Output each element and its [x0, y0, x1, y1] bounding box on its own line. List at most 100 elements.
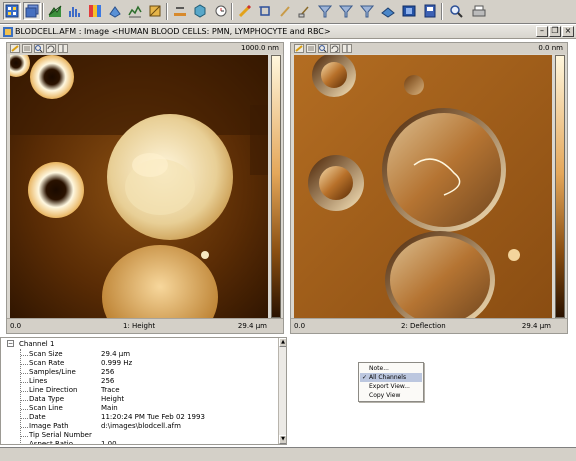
restore-button[interactable]: ❐ [549, 26, 561, 37]
menu-item-label: Copy View [369, 392, 401, 399]
menu-item-note[interactable]: Note... [360, 364, 422, 373]
status-bar [0, 447, 576, 461]
layout-icon[interactable] [421, 2, 439, 20]
info-value: 0.999 Hz [101, 359, 133, 367]
x-axis-start: 0.0 [294, 322, 306, 330]
menu-item-label: All Channels [369, 374, 407, 381]
document-title: BLODCELL.AFM : Image <HUMAN BLOOD CELLS:… [15, 27, 331, 36]
scroll-up-button[interactable]: ▲ [279, 338, 286, 347]
x-axis-start: 0.0 [10, 322, 22, 330]
info-row[interactable]: Aspect Ratio 1.00 [1, 440, 277, 445]
x-axis-end: 29.4 µm [521, 322, 551, 330]
menu-item-copy-view[interactable]: Copy View [360, 391, 422, 400]
height-image[interactable] [10, 55, 268, 318]
brush-icon[interactable] [276, 2, 294, 20]
info-value: Main [101, 404, 118, 412]
deflection-image[interactable] [294, 55, 552, 318]
vertical-scrollbar[interactable]: ▲ ▼ [278, 338, 286, 444]
menu-item-label: Export View... [369, 383, 410, 390]
zoom-icon[interactable] [447, 2, 465, 20]
history-icon[interactable] [211, 2, 229, 20]
close-button[interactable]: × [562, 26, 574, 37]
layers-icon[interactable] [22, 44, 32, 53]
info-key: Scan Line [29, 404, 63, 412]
info-key: Date [29, 413, 46, 421]
info-key: Scan Rate [29, 359, 65, 367]
collapse-toggle[interactable]: − [7, 340, 14, 347]
tree-line [21, 364, 28, 365]
histogram-icon[interactable] [66, 2, 84, 20]
cut-profile-icon[interactable] [126, 2, 144, 20]
zoom-icon[interactable] [318, 44, 328, 53]
info-key: Samples/Line [29, 368, 76, 376]
info-key: Data Type [29, 395, 65, 403]
info-value: Trace [101, 386, 120, 394]
info-value: 11:20:24 PM Tue Feb 02 1993 [101, 413, 205, 421]
tree-line [21, 382, 28, 383]
flatten-icon[interactable] [171, 2, 189, 20]
info-value: d:\images\blodcell.afm [101, 422, 181, 430]
info-value: 29.4 µm [101, 350, 131, 358]
tree-line [21, 427, 28, 428]
cube-icon[interactable] [191, 2, 209, 20]
filter-icon[interactable] [337, 2, 355, 20]
channel-label: 2: Deflection [401, 322, 446, 330]
tree-line [21, 400, 28, 401]
channel-select-icon[interactable] [3, 2, 21, 20]
channel-info-tree: − Channel 1 Scan Size 29.4 µm Scan Rate 0.9… [0, 337, 287, 445]
mesh-3d-icon[interactable] [379, 2, 397, 20]
rotate-icon[interactable] [330, 44, 340, 53]
info-key: Line Direction [29, 386, 78, 394]
toolbar [0, 0, 576, 24]
layers-icon[interactable] [23, 2, 41, 20]
zoom-icon[interactable] [34, 44, 44, 53]
info-key: Aspect Ratio [29, 440, 73, 445]
flip-icon[interactable] [58, 44, 68, 53]
color-table-icon[interactable] [86, 2, 104, 20]
view-3d-icon[interactable] [400, 2, 418, 20]
display-3d-icon[interactable] [46, 2, 64, 20]
panel-footer: 0.0 2: Deflection 29.4 µm [291, 318, 567, 333]
info-key: Tip Serial Number [29, 431, 92, 439]
menu-item-all-channels[interactable]: ✓ All Channels [360, 373, 422, 382]
document-icon [3, 27, 13, 37]
deflection-image-panel: 0.0 nm 0.0 2: Deflection 29.4 µm [290, 42, 568, 334]
tree-line [21, 391, 28, 392]
document-titlebar[interactable]: BLODCELL.AFM : Image <HUMAN BLOOD CELLS:… [0, 25, 576, 39]
pencil-icon[interactable] [10, 44, 20, 53]
filter-icon[interactable] [358, 2, 376, 20]
flip-icon[interactable] [342, 44, 352, 53]
layers-icon[interactable] [306, 44, 316, 53]
rotate-icon[interactable] [46, 44, 56, 53]
crop-icon[interactable] [256, 2, 274, 20]
info-value: 1.00 [101, 440, 117, 445]
panel-max-value: 0.0 nm [538, 44, 563, 52]
info-value: 256 [101, 368, 115, 376]
info-value: Height [101, 395, 125, 403]
scroll-down-button[interactable]: ▼ [279, 435, 286, 444]
tree-line [21, 409, 28, 410]
filter-icon[interactable] [316, 2, 334, 20]
menu-item-export-view[interactable]: Export View... [360, 382, 422, 391]
panel-toolbar: 1000.0 nm [7, 43, 283, 54]
sharpen-icon[interactable] [146, 2, 164, 20]
surface-icon[interactable] [106, 2, 124, 20]
pencil-icon[interactable] [236, 2, 254, 20]
tree-group-label: Channel 1 [19, 340, 55, 348]
x-axis-end: 29.4 µm [237, 322, 267, 330]
tree-group-row[interactable]: − Channel 1 [1, 340, 277, 350]
panel-footer: 0.0 1: Height 29.4 µm [7, 318, 283, 333]
tree-line [21, 355, 28, 356]
pencil-icon[interactable] [294, 44, 304, 53]
minimize-button[interactable]: – [536, 26, 548, 37]
clean-icon[interactable] [296, 2, 314, 20]
info-value: 256 [101, 377, 115, 385]
info-key: Scan Size [29, 350, 63, 358]
info-key: Image Path [29, 422, 69, 430]
channel-label: 1: Height [123, 322, 156, 330]
height-color-scale [271, 55, 281, 318]
print-icon[interactable] [470, 2, 488, 20]
info-key: Lines [29, 377, 48, 385]
height-image-panel: 1000.0 nm 0.0 1: Height 29.4 µm [6, 42, 284, 334]
tree-line [21, 418, 28, 419]
